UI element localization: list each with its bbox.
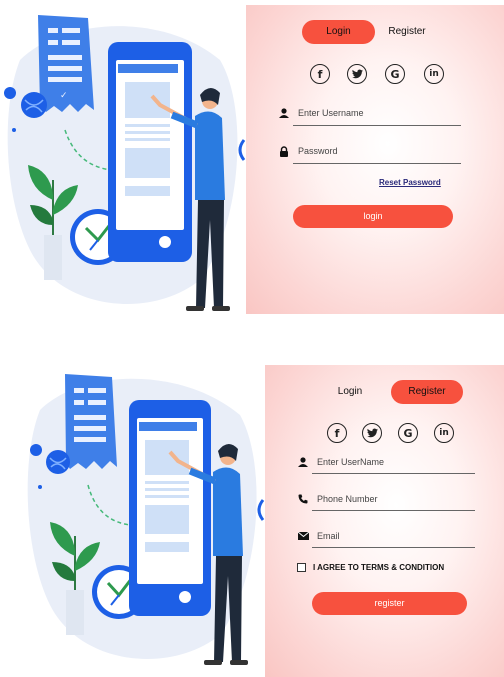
receipt-icon [65, 374, 117, 469]
email-underline [312, 547, 475, 548]
user-icon [278, 107, 290, 119]
username-input[interactable] [298, 108, 458, 118]
user-icon [297, 456, 309, 468]
email-field [297, 530, 477, 542]
phone-handset-icon [297, 493, 309, 505]
email-input[interactable] [317, 531, 477, 541]
facebook-icon[interactable]: f [310, 64, 330, 84]
terms-checkbox[interactable] [297, 563, 306, 572]
tab-login[interactable]: Login [325, 380, 375, 404]
register-panel-tabs: Login Register [325, 380, 463, 404]
terms-agreement: I AGREE TO TERMS & CONDITION [297, 563, 444, 572]
password-underline [293, 163, 461, 164]
tab-login[interactable]: Login [302, 20, 375, 44]
username-input[interactable] [317, 457, 477, 467]
svg-text:✓: ✓ [60, 91, 68, 101]
twitter-icon[interactable] [347, 64, 367, 84]
username-field [297, 456, 477, 468]
tab-register[interactable]: Register [377, 20, 437, 44]
social-login-buttons: f G in [327, 423, 454, 443]
phone-underline [312, 510, 475, 511]
login-panel-tabs: Login Register [302, 20, 437, 44]
facebook-icon[interactable]: f [327, 423, 347, 443]
linkedin-icon[interactable]: in [424, 64, 444, 84]
login-panel: Login Register f G in Reset Password log… [246, 5, 504, 314]
phone-icon [129, 400, 211, 616]
mobile-app-illustration-bottom [0, 360, 265, 677]
google-icon[interactable]: G [398, 423, 418, 443]
username-field [278, 107, 458, 119]
password-field [278, 145, 458, 157]
username-underline [312, 473, 475, 474]
envelope-icon [297, 530, 309, 542]
linkedin-icon[interactable]: in [434, 423, 454, 443]
reset-password-link[interactable]: Reset Password [379, 178, 441, 187]
twitter-icon[interactable] [362, 423, 382, 443]
phone-field [297, 493, 477, 505]
social-login-buttons: f G in [310, 64, 444, 84]
phone-input[interactable] [317, 494, 477, 504]
password-input[interactable] [298, 146, 458, 156]
register-button[interactable]: register [312, 592, 467, 615]
terms-label: I AGREE TO TERMS & CONDITION [313, 563, 445, 572]
tab-register[interactable]: Register [391, 380, 463, 404]
receipt-icon: ✓ [38, 15, 94, 112]
google-icon[interactable]: G [385, 64, 405, 84]
mobile-app-illustration-top: ✓ [0, 0, 246, 320]
register-panel: Login Register f G in I AGREE TO TERMS &… [265, 365, 504, 677]
username-underline [293, 125, 461, 126]
phone-icon [108, 42, 192, 262]
lock-icon [278, 145, 290, 157]
login-button[interactable]: login [293, 205, 453, 228]
